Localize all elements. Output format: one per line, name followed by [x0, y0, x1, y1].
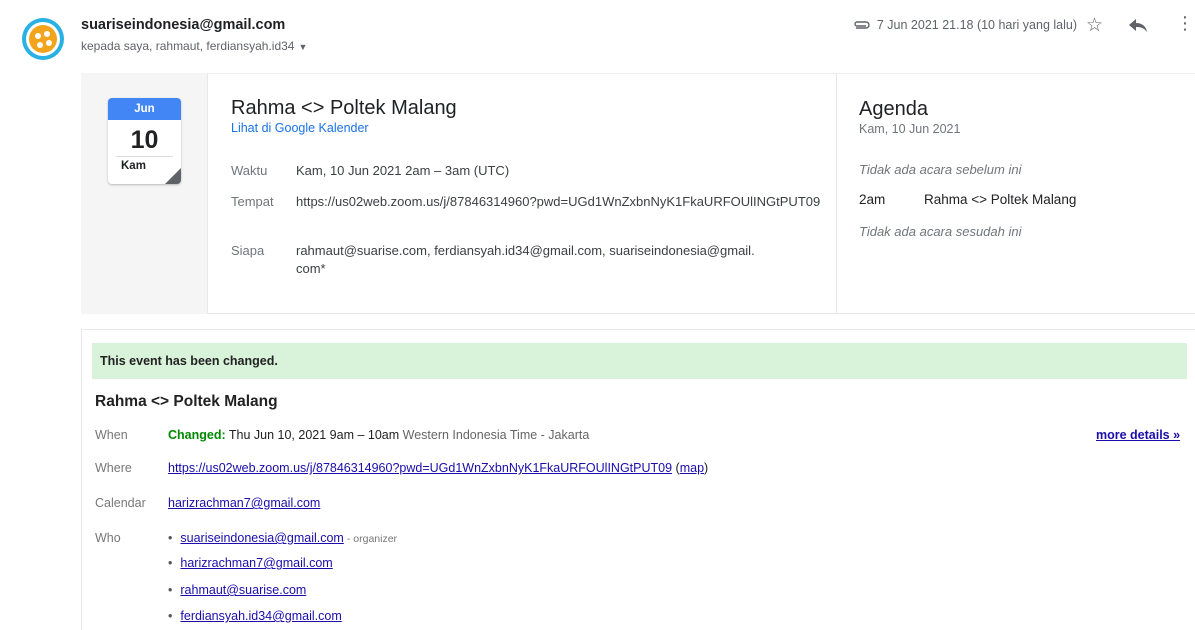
avatar-ring	[26, 22, 60, 56]
recipients-dropdown[interactable]: kepada saya, rahmaut, ferdiansyah.id34 ▼	[81, 39, 307, 53]
event-time-value: Kam, 10 Jun 2021 2am – 3am (UTC)	[296, 163, 510, 178]
guest-email-link[interactable]: harizrachman7@gmail.com	[180, 556, 332, 570]
guest-list-item: • ferdiansyah.id34@gmail.com	[168, 609, 342, 623]
calendar-date-icon: Jun 10 Kam	[108, 98, 181, 184]
change-banner: This event has been changed.	[92, 343, 1187, 379]
where-value: https://us02web.zoom.us/j/87846314960?pw…	[168, 461, 709, 475]
event-location-row: Tempat https://us02web.zoom.us/j/8784631…	[231, 193, 836, 211]
agenda-none-after: Tidak ada acara sesudah ini	[859, 224, 1022, 239]
avatar-logo	[29, 25, 57, 53]
view-in-google-calendar-link[interactable]: Lihat di Google Kalender	[231, 121, 369, 135]
message-date: 7 Jun 2021 21.18 (10 hari yang lalu)	[852, 18, 1077, 32]
agenda-title: Agenda	[859, 98, 928, 120]
event-time-label: Waktu	[231, 163, 268, 178]
page-fold-icon	[165, 168, 181, 184]
guest-list-item: • harizrachman7@gmail.com	[168, 556, 333, 570]
reply-icon[interactable]	[1128, 17, 1148, 33]
guest-email-link[interactable]: suariseindonesia@gmail.com	[180, 531, 343, 545]
organizer-tag: - organizer	[346, 533, 398, 545]
calendar-owner-link[interactable]: harizrachman7@gmail.com	[168, 496, 320, 510]
event-time-row: Waktu Kam, 10 Jun 2021 2am – 3am (UTC)	[231, 162, 836, 180]
card-divider	[836, 73, 837, 314]
guest-list-item: • rahmaut@suarise.com	[168, 583, 307, 597]
agenda-date: Kam, 10 Jun 2021	[859, 122, 961, 136]
calendar-label: Calendar	[95, 496, 146, 510]
agenda-event-title[interactable]: Rahma <> Poltek Malang	[924, 192, 1076, 207]
changed-label: Changed:	[168, 428, 226, 442]
attachment-icon[interactable]	[852, 19, 872, 31]
agenda-event-time: 2am	[859, 192, 886, 207]
calendar-value: harizrachman7@gmail.com	[168, 496, 320, 510]
guest-email-link[interactable]: rahmaut@suarise.com	[180, 583, 306, 597]
sender-avatar[interactable]	[22, 18, 64, 60]
event-location-value: https://us02web.zoom.us/j/87846314960?pw…	[296, 194, 821, 209]
calendar-month: Jun	[108, 98, 181, 120]
change-event-title: Rahma <> Poltek Malang	[95, 393, 278, 410]
caret-down-icon: ▼	[298, 42, 308, 52]
calendar-day: 10	[130, 126, 159, 154]
guest-list-item: • suariseindonesia@gmail.com - organizer	[168, 531, 398, 545]
event-guests-value: rahmaut@suarise.com, ferdiansyah.id34@gm…	[296, 243, 755, 276]
map-link[interactable]: map	[680, 461, 704, 475]
sender-email[interactable]: suariseindonesia@gmail.com	[81, 17, 285, 33]
event-location-label: Tempat	[231, 194, 274, 209]
agenda-none-before: Tidak ada acara sebelum ini	[859, 162, 1022, 177]
star-icon[interactable]: ☆	[1086, 14, 1103, 37]
more-details-link[interactable]: more details »	[1096, 428, 1180, 442]
where-link[interactable]: https://us02web.zoom.us/j/87846314960?pw…	[168, 461, 672, 475]
more-vert-icon[interactable]: ⋮	[1176, 14, 1194, 32]
when-timezone: Western Indonesia Time - Jakarta	[402, 428, 590, 442]
event-title: Rahma <> Poltek Malang	[231, 97, 457, 119]
when-time: Thu Jun 10, 2021 9am – 10am	[228, 428, 400, 442]
when-value: Changed: Thu Jun 10, 2021 9am – 10am Wes…	[168, 428, 589, 442]
when-label: When	[95, 428, 128, 442]
recipients-label: kepada saya, rahmaut, ferdiansyah.id34	[81, 39, 295, 53]
date-text: 7 Jun 2021 21.18 (10 hari yang lalu)	[876, 18, 1077, 32]
who-label: Who	[95, 531, 121, 545]
where-label: Where	[95, 461, 132, 475]
event-guests-label: Siapa	[231, 243, 265, 258]
event-guests-row: Siapa rahmaut@suarise.com, ferdiansyah.i…	[231, 242, 756, 278]
guest-email-link[interactable]: ferdiansyah.id34@gmail.com	[180, 609, 341, 623]
